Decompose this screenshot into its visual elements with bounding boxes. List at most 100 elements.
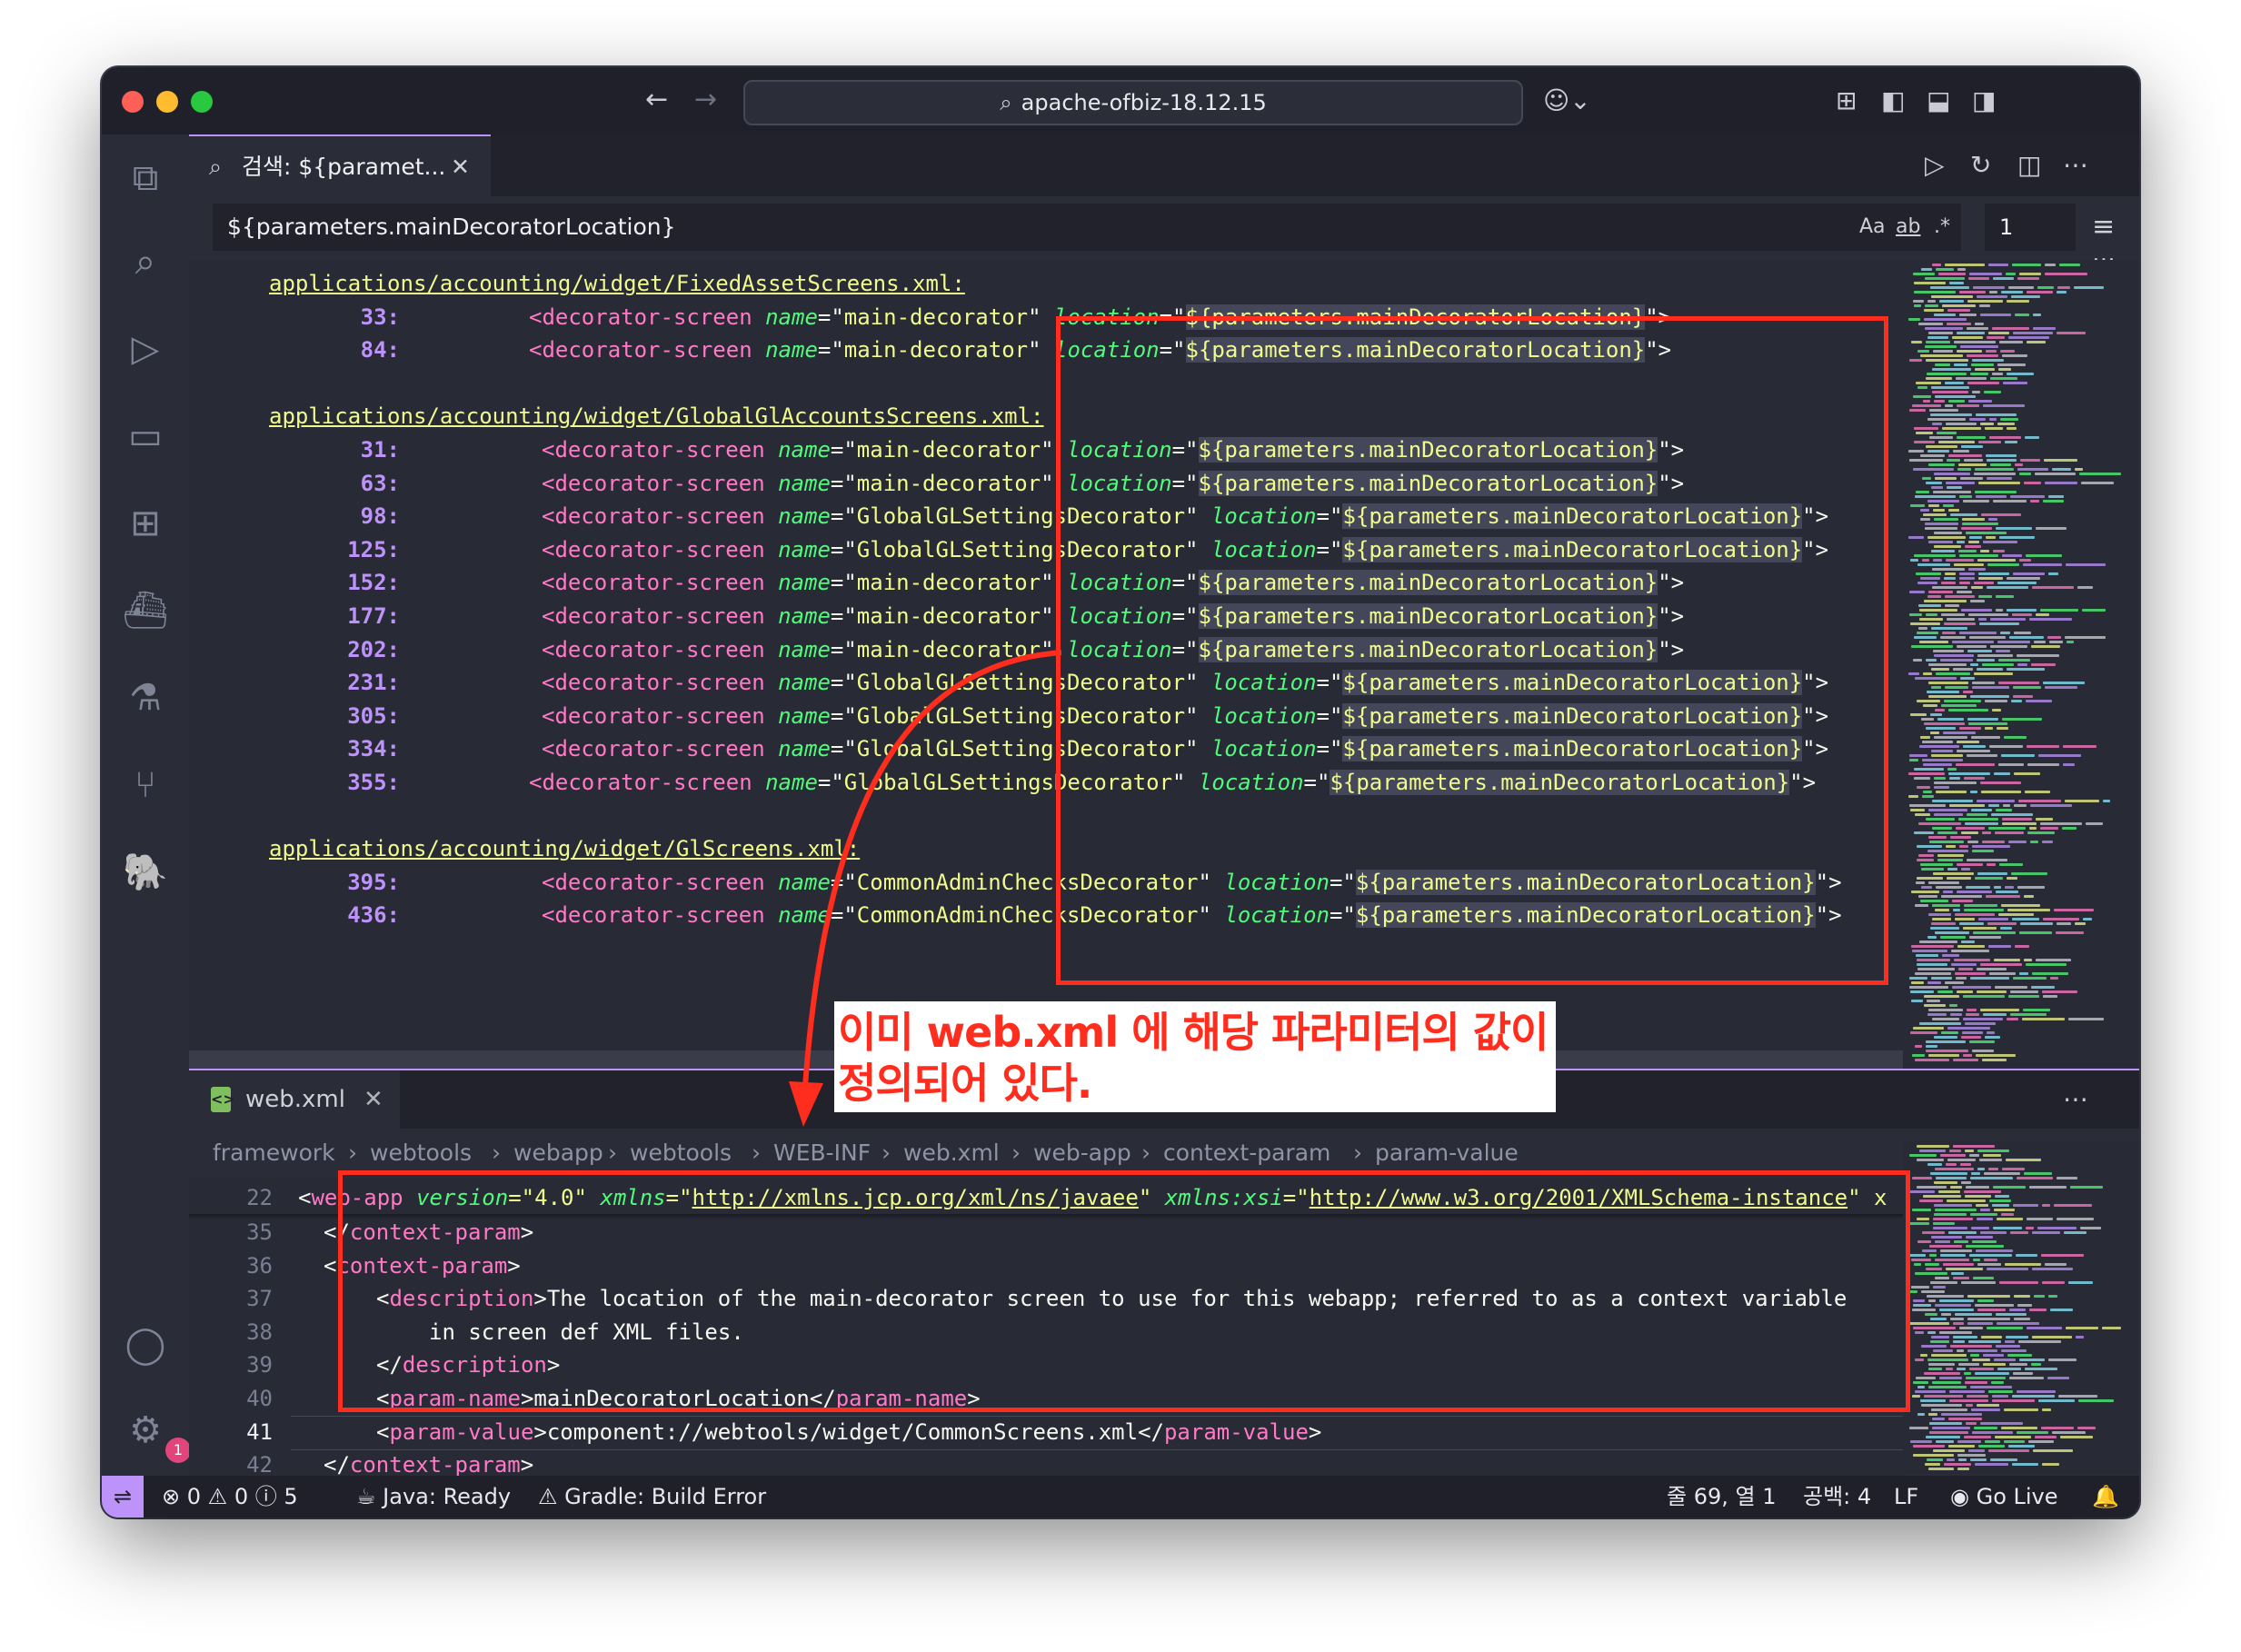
result-file-path[interactable]: applications/accounting/widget/GlScreens…	[269, 832, 860, 865]
result-file-path[interactable]: applications/accounting/widget/GlobalGlA…	[269, 400, 1044, 433]
result-line-number[interactable]: 98:	[291, 500, 400, 532]
tab-web-xml[interactable]: <> web.xml ✕	[189, 1070, 400, 1129]
regex-toggle[interactable]: .*	[1934, 204, 1950, 251]
copilot-icon[interactable]: ☺⌄	[1543, 85, 1591, 116]
minimap-line	[2025, 436, 2039, 439]
toggle-panel-icon[interactable]: ⬓	[1927, 85, 1950, 116]
minimap-line	[2040, 822, 2082, 825]
more-actions-icon[interactable]: ⋯	[2063, 1070, 2088, 1132]
extensions-icon[interactable]: ⊞	[122, 500, 169, 547]
explorer-icon[interactable]: ⧉	[122, 154, 169, 202]
breadcrumb-item[interactable]: framework	[213, 1129, 335, 1178]
toggle-primary-sidebar-icon[interactable]: ◧	[1881, 85, 1905, 116]
split-editor-icon[interactable]: ◫	[2017, 134, 2041, 196]
result-line-number[interactable]: 395:	[291, 866, 400, 899]
whole-word-toggle[interactable]: ab	[1896, 204, 1920, 251]
gradle-icon[interactable]: 🐘	[122, 849, 169, 896]
minimap-line	[1996, 1345, 2020, 1348]
end-of-line[interactable]: LF	[1894, 1476, 1918, 1518]
minimap-line	[1917, 877, 1943, 880]
minimap-line	[1945, 404, 1953, 407]
result-line-number[interactable]: 125:	[291, 533, 400, 566]
remote-explorer-icon[interactable]: ▭	[122, 413, 169, 460]
result-line-number[interactable]: 33:	[291, 301, 400, 333]
close-window-button[interactable]	[122, 91, 144, 113]
remote-indicator-icon[interactable]: ⇌	[102, 1476, 144, 1518]
minimap-line	[1926, 727, 1956, 730]
source-control-icon[interactable]: ⑂	[122, 761, 169, 809]
close-icon[interactable]: ✕	[364, 1070, 383, 1129]
context-lines-input[interactable]: 1	[1985, 204, 2076, 251]
search-input[interactable]: ${parameters.mainDecoratorLocation}	[213, 204, 1961, 251]
search-icon[interactable]: ⌕	[122, 238, 169, 285]
go-live-button[interactable]: ◉ Go Live	[1950, 1476, 2058, 1518]
minimap-line	[1957, 645, 1987, 648]
minimap[interactable]	[1903, 1141, 2139, 1474]
result-line-number[interactable]: 334:	[291, 732, 400, 765]
minimap-line	[2057, 291, 2067, 294]
command-center[interactable]: ⌕ apache-ofbiz-18.12.15	[743, 80, 1523, 125]
minimap-line	[1915, 972, 1951, 975]
result-line-number[interactable]: 31:	[291, 433, 400, 466]
gradle-status[interactable]: ⚠ Gradle: Build Error	[538, 1476, 766, 1518]
minimap-line	[1930, 713, 1942, 716]
refresh-icon[interactable]: ↻	[1970, 134, 1991, 196]
result-file-path[interactable]: applications/accounting/widget/FixedAsse…	[269, 267, 965, 300]
minimap-line	[1976, 1249, 2013, 1252]
minimap-line	[2001, 291, 2023, 294]
line-number: 36	[246, 1252, 273, 1279]
result-line-number[interactable]: 436:	[291, 899, 400, 931]
minimap-line	[1928, 1468, 1954, 1470]
more-actions-icon[interactable]: ⋯	[2063, 134, 2088, 196]
minimap-line	[2010, 495, 2045, 498]
close-icon[interactable]: ✕	[451, 136, 470, 198]
minimize-window-button[interactable]	[156, 91, 178, 113]
forward-arrow-icon[interactable]: →	[694, 84, 717, 116]
docker-icon[interactable]: ⛴	[122, 587, 169, 634]
minimap-line	[1926, 613, 1937, 616]
problems-indicator[interactable]: ⊗ 0 ⚠ 0 ⓘ 5	[162, 1476, 298, 1518]
testing-icon[interactable]: ⚗	[122, 674, 169, 722]
minimap-line	[1927, 336, 1948, 339]
indentation[interactable]: 공백: 4	[1803, 1476, 1871, 1518]
back-arrow-icon[interactable]: ←	[645, 84, 668, 116]
run-debug-icon[interactable]: ▷	[122, 325, 169, 373]
result-line-number[interactable]: 305:	[291, 700, 400, 732]
result-line-number[interactable]: 152:	[291, 566, 400, 599]
result-line-number[interactable]: 84:	[291, 333, 400, 366]
result-line-number[interactable]: 177:	[291, 600, 400, 632]
accounts-icon[interactable]: ◯	[122, 1321, 169, 1368]
warning-count: 0	[234, 1484, 249, 1509]
minimap-line	[1993, 1227, 2022, 1229]
run-search-icon[interactable]: ▷	[1925, 134, 1945, 196]
minimap-line	[1928, 332, 1953, 334]
minimap-line	[1953, 450, 1969, 453]
notifications-bell-icon[interactable]: 🔔	[2092, 1476, 2119, 1518]
minimap-line	[1914, 831, 1934, 834]
minimap-line	[1996, 650, 2010, 652]
code-row[interactable]: 41 <param-value>component://webtools/widg…	[189, 1416, 1903, 1448]
minimap-line	[2020, 922, 2053, 925]
result-line-number[interactable]: 63:	[291, 467, 400, 500]
minimap-line	[1923, 704, 1937, 707]
toggle-secondary-sidebar-icon[interactable]: ◨	[1972, 85, 1996, 116]
manage-gear-icon[interactable]: ⚙ 1	[122, 1407, 191, 1463]
minimap[interactable]	[1903, 260, 2139, 1067]
customize-layout-icon[interactable]: ⊞	[1836, 85, 1857, 116]
minimap-line	[2033, 327, 2056, 330]
result-line-number[interactable]: 202:	[291, 633, 400, 666]
minimap-line	[2054, 909, 2094, 911]
cursor-position[interactable]: 줄 69, 열 1	[1667, 1476, 1776, 1518]
minimap-line	[1911, 1000, 1923, 1002]
code-row[interactable]: 42 </context-param>	[189, 1448, 1903, 1476]
match-case-toggle[interactable]: Aa	[1859, 204, 1886, 251]
attr-token: name	[765, 304, 818, 330]
tab-search-editor[interactable]: ⌕ 검색: ${paramet... ✕	[189, 134, 491, 198]
java-status[interactable]: ☕ Java: Ready	[356, 1476, 511, 1518]
minimap-line	[1978, 441, 2001, 443]
result-line-number[interactable]: 355:	[291, 766, 400, 799]
zoom-window-button[interactable]	[191, 91, 213, 113]
minimap-line	[1957, 404, 1979, 407]
result-line-number[interactable]: 231:	[291, 666, 400, 699]
minimap-line	[1996, 527, 2032, 530]
